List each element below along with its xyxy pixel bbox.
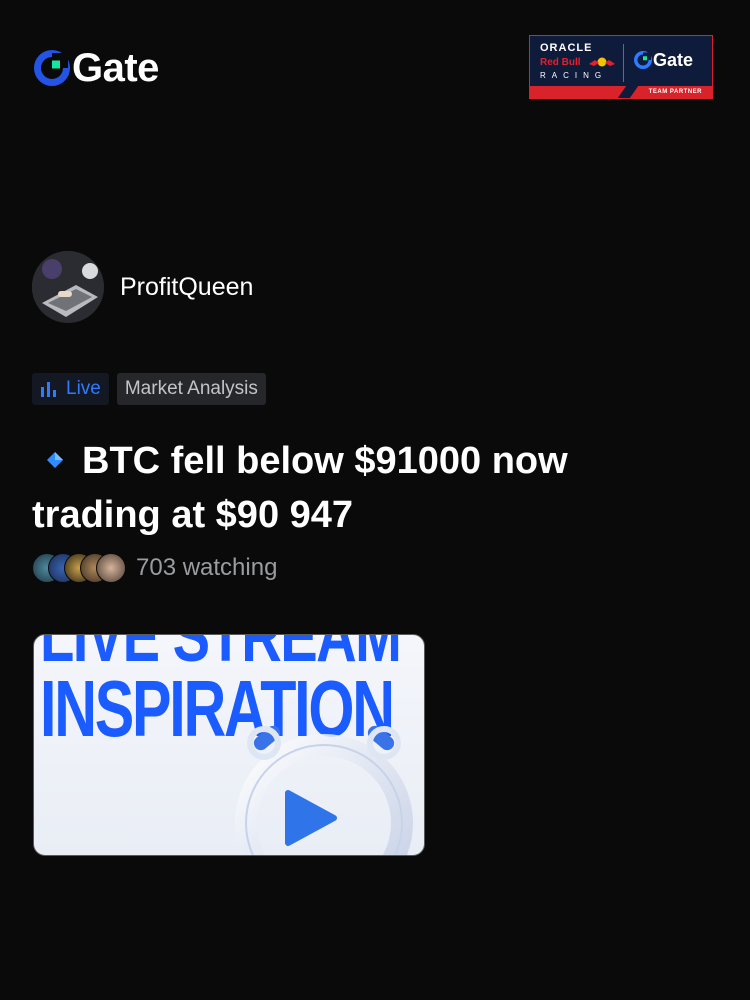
- category-tag[interactable]: Market Analysis: [116, 373, 266, 405]
- gate-logo-small-icon: [634, 51, 652, 69]
- red-bull-icon: [589, 57, 615, 67]
- blue-diamond-icon: [47, 451, 63, 468]
- watchers-row: 703 watching: [32, 553, 277, 583]
- watcher-avatar: [96, 553, 126, 583]
- gate-logo[interactable]: Gate: [34, 48, 159, 88]
- author-avatar[interactable]: [32, 251, 104, 323]
- play-icon[interactable]: [278, 787, 340, 849]
- partner-oracle-text: ORACLE: [540, 42, 593, 54]
- gate-logo-icon: [34, 50, 70, 86]
- brand-name: Gate: [72, 46, 159, 90]
- post-title[interactable]: BTC fell below $91000 now trading at $90…: [32, 434, 632, 542]
- watching-count: 703 watching: [136, 554, 278, 581]
- category-tag-label: Market Analysis: [124, 378, 258, 399]
- live-tag-label: Live: [66, 378, 101, 399]
- watcher-avatars: [32, 553, 126, 583]
- avatar-image: [32, 251, 104, 323]
- author-row[interactable]: ProfitQueen: [32, 251, 253, 323]
- live-tag[interactable]: Live: [32, 373, 109, 405]
- post-tags: Live Market Analysis: [32, 373, 266, 405]
- post-title-text: BTC fell below $91000 now trading at $90…: [32, 440, 568, 536]
- partner-redbull-text: Red Bull: [540, 57, 581, 68]
- partner-badge[interactable]: ORACLE Red Bull RACING Gate TEAM PARTNER: [529, 35, 713, 99]
- live-stream-thumbnail[interactable]: LIVE STREAM INSPIRATION: [33, 634, 425, 856]
- partner-gate-text: Gate: [653, 50, 694, 70]
- partner-racing-text: RACING: [540, 71, 608, 80]
- author-name[interactable]: ProfitQueen: [120, 273, 253, 302]
- partner-divider: [623, 44, 624, 82]
- bar-chart-icon: [41, 382, 56, 397]
- partner-strip: TEAM PARTNER: [530, 86, 712, 98]
- partner-gate-logo: Gate: [634, 50, 693, 70]
